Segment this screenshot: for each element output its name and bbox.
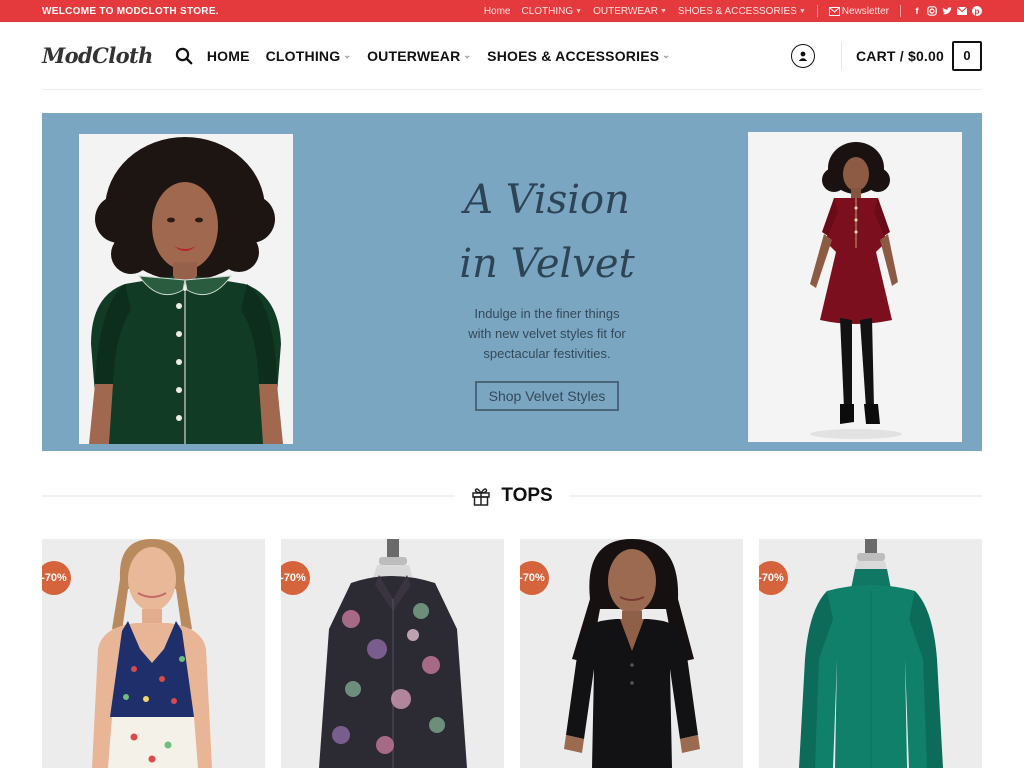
social-links: f p (912, 6, 982, 16)
nav-shoes-accessories[interactable]: SHOES & ACCESSORIES ⌄ (487, 48, 670, 64)
chevron-down-icon: ▼ (575, 7, 583, 15)
gift-icon (472, 488, 491, 506)
product-card[interactable]: -70% (42, 539, 265, 768)
divider (42, 495, 456, 497)
divider (841, 41, 842, 70)
nav-home[interactable]: HOME (207, 48, 250, 64)
product-image (281, 539, 504, 768)
top-link-clothing[interactable]: CLOTHING ▼ (522, 6, 583, 17)
pinterest-icon[interactable]: p (972, 6, 982, 16)
shop-velvet-styles-button[interactable]: Shop Velvet Styles (474, 381, 620, 411)
chevron-down-icon: ⌄ (662, 50, 671, 60)
section-title: TOPS (501, 485, 553, 506)
hero-title: A Vision in Velvet (459, 177, 635, 287)
hero-subtitle: Indulge in the finer things with new vel… (468, 306, 626, 361)
hero-image-red-velvet-dress (748, 132, 962, 442)
hero-text-block: A Vision in Velvet Indulge in the finer … (422, 168, 672, 411)
top-bar-links: Home CLOTHING ▼ OUTERWEAR ▼ SHOES & ACCESS… (484, 5, 982, 17)
nav-outerwear[interactable]: OUTERWEAR ⌄ (367, 48, 471, 64)
divider (568, 495, 983, 497)
product-card[interactable]: -70% (281, 539, 504, 768)
product-grid: -70% -70% -70% -70% (42, 539, 982, 768)
facebook-icon[interactable]: f (912, 6, 922, 16)
welcome-text: WELCOME TO MODCLOTH STORE. (42, 5, 219, 17)
newsletter-link[interactable]: Newsletter (828, 6, 889, 17)
instagram-icon[interactable] (927, 6, 937, 16)
chevron-down-icon: ▼ (798, 7, 806, 15)
nav-clothing[interactable]: CLOTHING ⌄ (266, 48, 351, 64)
twitter-icon[interactable] (942, 6, 952, 16)
top-link-outerwear[interactable]: OUTERWEAR ▼ (593, 6, 667, 17)
hero-banner[interactable]: A Vision in Velvet Indulge in the finer … (42, 113, 982, 451)
product-card[interactable]: -70% (759, 539, 982, 768)
divider (816, 5, 818, 17)
main-header: ModCloth HOME CLOTHING ⌄ OUTERWEAR ⌄ SHOES… (42, 22, 982, 90)
envelope-icon (828, 6, 840, 16)
product-image (42, 539, 265, 768)
hero-image-green-velvet-top (79, 134, 293, 444)
section-header-tops: TOPS (42, 481, 983, 511)
top-bar: WELCOME TO MODCLOTH STORE. Home CLOTHING… (0, 0, 1024, 22)
divider (900, 5, 901, 17)
chevron-down-icon: ⌄ (463, 50, 472, 60)
top-link-shoes-accessories[interactable]: SHOES & ACCESSORIES ▼ (678, 6, 806, 17)
top-link-home[interactable]: Home (484, 6, 511, 17)
search-icon[interactable] (175, 46, 195, 66)
chevron-down-icon: ⌄ (343, 50, 352, 60)
product-image (759, 539, 982, 768)
product-image (520, 539, 743, 768)
email-icon[interactable] (957, 6, 967, 16)
main-nav: HOME CLOTHING ⌄ OUTERWEAR ⌄ SHOES & ACCESS… (207, 48, 670, 64)
product-card[interactable]: -70% (520, 539, 743, 768)
chevron-down-icon: ▼ (659, 7, 667, 15)
cart-link[interactable]: CART / $0.00 (856, 48, 944, 64)
header-actions: CART / $0.00 0 (791, 40, 982, 71)
user-icon[interactable] (791, 43, 815, 68)
svg-text:p: p (975, 7, 980, 16)
site-logo[interactable]: ModCloth (42, 43, 153, 68)
cart-count-badge[interactable]: 0 (952, 40, 982, 71)
